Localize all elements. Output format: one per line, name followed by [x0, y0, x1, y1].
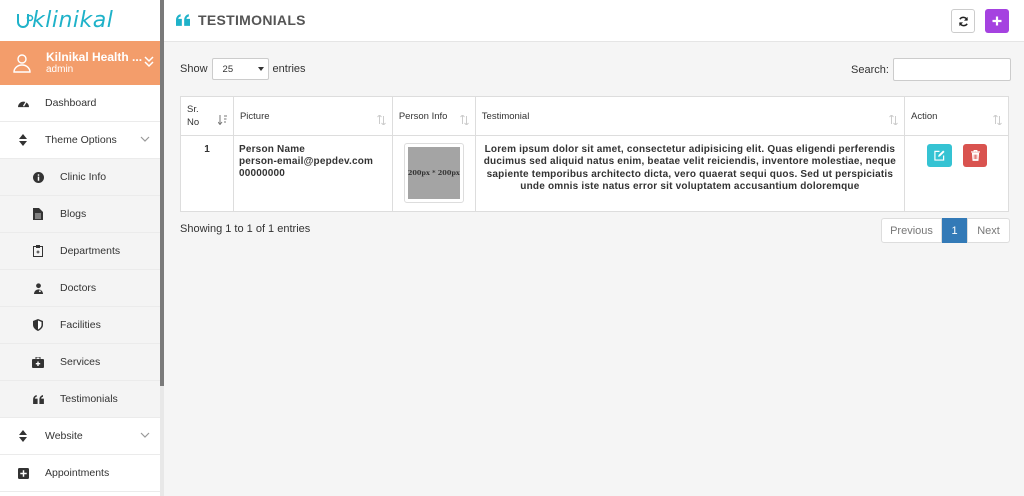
sidebar-item-label: Theme Options [45, 134, 117, 146]
sidebar-item-facilities[interactable]: Facilities [0, 307, 160, 344]
sidebar-item-blogs[interactable]: Blogs [0, 196, 160, 233]
profile-name: Kilnikal Health ... [46, 50, 143, 64]
entries-label: entries [272, 63, 306, 75]
page-size-value: 25 [222, 64, 234, 75]
refresh-button[interactable] [951, 9, 975, 33]
sidebar-item-label: Blogs [60, 208, 87, 220]
file-text-icon [31, 207, 45, 221]
sidebar-item-label: Clinic Info [60, 171, 107, 183]
shield-icon [31, 318, 45, 332]
sort-icon [993, 115, 1002, 125]
chevron-down-icon [140, 432, 150, 438]
sidebar-item-label: Dashboard [45, 97, 97, 109]
page-1-button[interactable]: 1 [942, 218, 967, 243]
logo[interactable]: klinikal [0, 0, 160, 41]
column-header-label: Person Info [398, 110, 448, 122]
clipboard-icon [31, 244, 45, 258]
user-md-icon [31, 281, 45, 295]
sidebar-item-label: Testimonials [60, 393, 118, 405]
search-input[interactable] [892, 58, 1011, 81]
sidebar-item-label: Facilities [60, 319, 101, 331]
plus-icon [992, 16, 1002, 26]
sidebar-item-clinic-info[interactable]: Clinic Info [0, 159, 160, 196]
person-name: Person Name [238, 144, 306, 155]
chevron-down-icon [140, 136, 150, 142]
row-sr-no: 1 [180, 135, 234, 212]
sort-icon [16, 133, 30, 147]
edit-icon [934, 150, 945, 161]
sidebar-item-services[interactable]: Services [0, 344, 160, 381]
sidebar-item-label: Doctors [60, 282, 97, 294]
profile-panel[interactable]: Kilnikal Health ... admin [0, 41, 160, 85]
sort-icon [16, 429, 30, 443]
show-label: Show [180, 63, 208, 75]
next-page-button[interactable]: Next [967, 218, 1010, 243]
stethoscope-icon [17, 13, 34, 28]
refresh-icon [958, 16, 968, 26]
sidebar-item-doctors[interactable]: Doctors [0, 270, 160, 307]
sort-icon [459, 115, 469, 125]
sort-icon [376, 115, 386, 125]
pagination: Previous 1 Next [881, 218, 1010, 243]
scrollbar-thumb[interactable] [160, 0, 164, 386]
sort-icon [889, 115, 898, 125]
column-header-label: Picture [239, 110, 270, 122]
sidebar-item-dashboard[interactable]: Dashboard [0, 85, 160, 122]
column-header-label: Action [911, 110, 938, 122]
dropdown-arrow-icon [257, 67, 264, 71]
testimonials-table: Sr. No Picture Person Info Testimonial A… [180, 96, 1009, 212]
row-action-cell [904, 135, 1009, 212]
page-size-control: Show 25 entries [180, 58, 306, 80]
sidebar-item-label: Appointments [45, 467, 110, 479]
sidebar-item-departments[interactable]: Departments [0, 233, 160, 270]
delete-button[interactable] [963, 144, 987, 167]
quote-icon [176, 14, 190, 26]
page-header: TESTIMONIALS [164, 0, 1024, 42]
person-thumbnail: 200px * 200px [403, 143, 464, 203]
row-person-info-cell: 200px * 200px [391, 135, 476, 212]
sidebar-scrollbar[interactable] [160, 0, 164, 496]
column-header-label: Testimonial [481, 110, 530, 122]
table-row: 1 Person Name person-email@pepdev.com 00… [180, 135, 1009, 212]
sidebar-item-label: Departments [60, 245, 121, 257]
sidebar-item-website[interactable]: Website [0, 418, 160, 455]
user-avatar-icon [13, 54, 31, 73]
brand-name: klinikal [32, 8, 114, 33]
sidebar-item-testimonials[interactable]: Testimonials [0, 381, 160, 418]
sort-asc-icon [217, 115, 227, 125]
row-testimonial-text: Lorem ipsum dolor sit amet, consectetur … [474, 135, 906, 212]
page-size-select[interactable]: 25 [211, 58, 269, 80]
search-label: Search: [851, 63, 889, 76]
sidebar-item-appointments[interactable]: Appointments [0, 455, 160, 492]
person-email: person-email@pepdev.com [238, 156, 374, 167]
column-header-person-info[interactable]: Person Info [391, 96, 476, 136]
sidebar: klinikal Kilnikal Health ... admin Dashb… [0, 0, 161, 496]
double-chevron-down-icon[interactable] [144, 55, 154, 69]
quote-icon [31, 392, 45, 406]
medkit-icon [31, 355, 45, 369]
plus-square-icon [16, 466, 30, 480]
sidebar-item-label: Services [60, 356, 101, 368]
search-control: Search: [851, 58, 1011, 81]
row-picture-cell: Person Name person-email@pepdev.com 0000… [232, 135, 393, 212]
column-header-testimonial[interactable]: Testimonial [474, 96, 906, 136]
profile-role: admin [46, 64, 74, 75]
add-testimonial-button[interactable] [985, 9, 1009, 33]
edit-button[interactable] [927, 144, 952, 167]
page-title: TESTIMONIALS [198, 12, 306, 28]
column-header-picture[interactable]: Picture [232, 96, 393, 136]
sidebar-item-theme-options[interactable]: Theme Options [0, 122, 160, 159]
sidebar-item-label: Website [45, 430, 83, 442]
column-header-label: Sr. No [187, 104, 200, 128]
table-info: Showing 1 to 1 of 1 entries [180, 223, 311, 235]
trash-icon [970, 150, 980, 161]
info-circle-icon [31, 170, 45, 184]
column-header-action[interactable]: Action [904, 96, 1009, 136]
column-header-sr-no[interactable]: Sr. No [180, 96, 234, 136]
dashboard-icon [16, 96, 30, 110]
image-placeholder: 200px * 200px [407, 147, 460, 199]
person-phone: 00000000 [238, 168, 286, 179]
table-header-row: Sr. No Picture Person Info Testimonial A… [180, 96, 1009, 136]
previous-page-button[interactable]: Previous [881, 218, 942, 243]
